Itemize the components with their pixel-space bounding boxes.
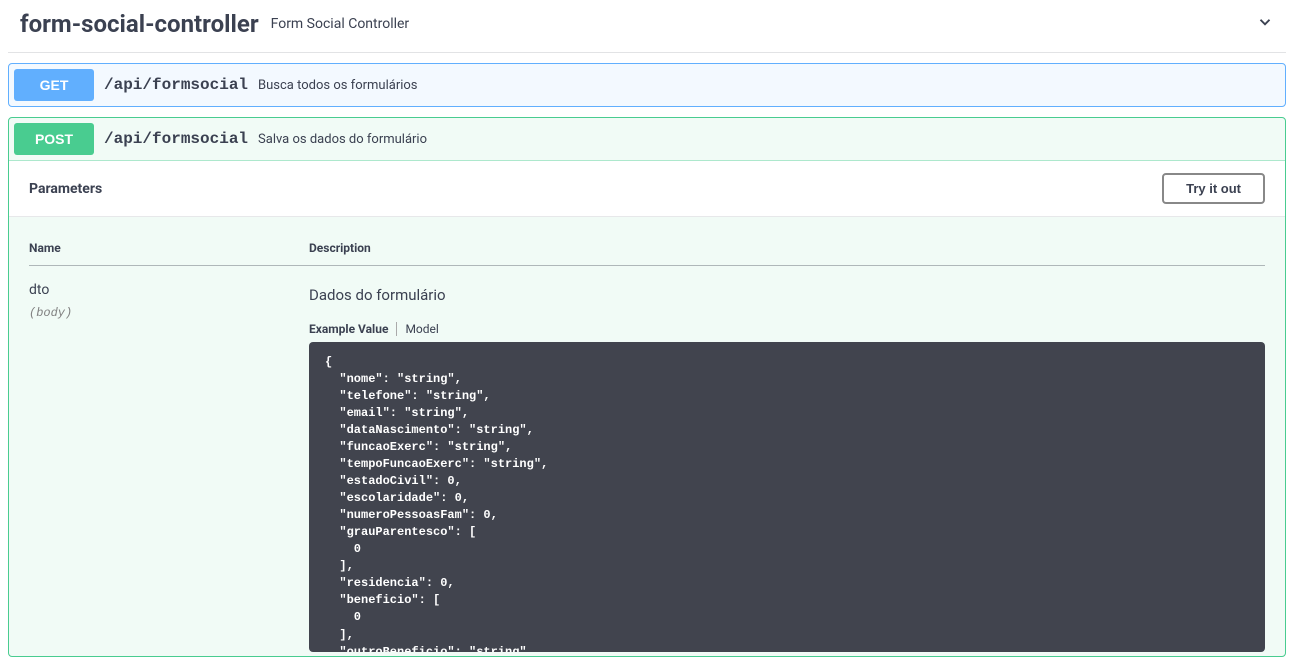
table-row: dto (body) Dados do formulário Example V…	[29, 266, 1265, 657]
tag-description: Form Social Controller	[271, 16, 1256, 32]
operation-post: POST /api/formsocial Salva os dados do f…	[8, 117, 1286, 657]
tag-name: form-social-controller	[20, 10, 259, 38]
operation-path: /api/formsocial	[94, 130, 258, 148]
method-badge-post: POST	[14, 123, 94, 155]
tab-model[interactable]: Model	[405, 322, 438, 336]
parameters-header: Parameters Try it out	[9, 161, 1285, 217]
parameters-table: Name Description dto (body) Dados do for…	[29, 231, 1265, 656]
parameters-title: Parameters	[29, 181, 102, 197]
parameter-name: dto	[29, 282, 309, 298]
column-header-description: Description	[309, 231, 1265, 266]
model-tabs: Example Value Model	[309, 322, 1265, 336]
tag-header[interactable]: form-social-controller Form Social Contr…	[8, 0, 1286, 53]
parameter-description: Dados do formulário	[309, 286, 1265, 304]
operation-summary-post[interactable]: POST /api/formsocial Salva os dados do f…	[9, 118, 1285, 160]
operation-summary-get[interactable]: GET /api/formsocial Busca todos os formu…	[9, 64, 1285, 106]
operation-body: Parameters Try it out Name Description	[9, 160, 1285, 656]
tab-separator	[396, 322, 397, 336]
operation-description: Busca todos os formulários	[258, 78, 417, 93]
try-it-out-button[interactable]: Try it out	[1162, 173, 1265, 204]
method-badge-get: GET	[14, 69, 94, 101]
parameter-in: (body)	[29, 306, 309, 320]
operation-description: Salva os dados do formulário	[258, 132, 427, 147]
column-header-name: Name	[29, 231, 309, 266]
operation-get: GET /api/formsocial Busca todos os formu…	[8, 63, 1286, 107]
tab-example-value[interactable]: Example Value	[309, 322, 388, 336]
operation-path: /api/formsocial	[94, 76, 258, 94]
example-value-code[interactable]: { "nome": "string", "telefone": "string"…	[309, 342, 1265, 652]
chevron-down-icon	[1256, 13, 1274, 35]
